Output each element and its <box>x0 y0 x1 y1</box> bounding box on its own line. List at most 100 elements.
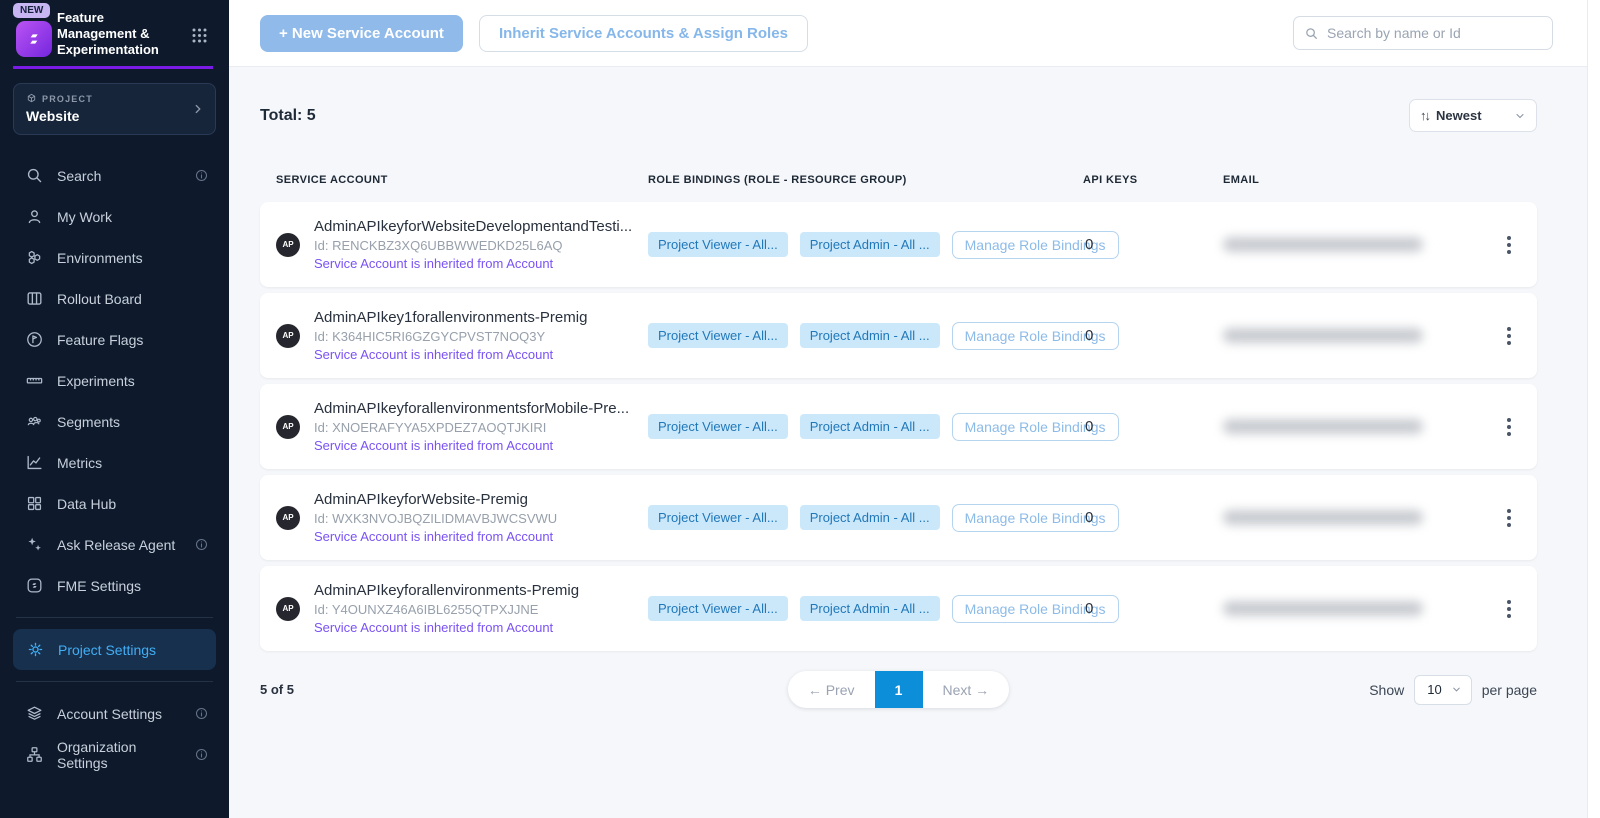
divider <box>16 681 213 682</box>
app-title: Feature Management & Experimentation <box>57 10 179 58</box>
avatar: AP <box>276 506 300 530</box>
sidebar-item-label: My Work <box>57 209 112 225</box>
sidebar-item-account-settings[interactable]: Account Settings <box>0 693 229 734</box>
project-selector[interactable]: PROJECT Website <box>13 83 216 135</box>
sidebar-item-environments[interactable]: Environments <box>0 237 229 278</box>
role-binding-chip: Project Viewer - All... <box>648 414 788 439</box>
gear-icon <box>25 640 45 660</box>
api-keys-count: 0 <box>1083 327 1207 344</box>
ruler-icon <box>24 371 44 391</box>
row-menu-icon[interactable] <box>1497 230 1521 260</box>
divider <box>16 617 213 618</box>
user-icon <box>24 207 44 227</box>
table-row: AP AdminAPIkeyforWebsiteDevelopmentandTe… <box>260 202 1537 287</box>
sidebar-item-search[interactable]: Search <box>0 155 229 196</box>
project-label: PROJECT <box>26 93 203 104</box>
row-menu-icon[interactable] <box>1497 412 1521 442</box>
avatar: AP <box>276 324 300 348</box>
inherited-note: Service Account is inherited from Accoun… <box>314 438 629 453</box>
sort-dropdown[interactable]: ↑↓ Newest <box>1409 99 1537 132</box>
sparkles-icon <box>24 535 44 555</box>
data-hub-icon <box>24 494 44 514</box>
sidebar-item-label: Environments <box>57 250 143 266</box>
sidebar-item-label: Rollout Board <box>57 291 142 307</box>
environments-icon <box>24 248 44 268</box>
info-icon <box>194 747 209 762</box>
service-account-id: Id: WXK3NVOJBQZILIDMAVBJWCSVWU <box>314 511 557 526</box>
table-row: AP AdminAPIkeyforWebsite-Premig Id: WXK3… <box>260 475 1537 560</box>
service-account-name: AdminAPIkeyforallenvironmentsforMobile-P… <box>314 400 629 417</box>
sidebar-item-fme-settings[interactable]: FME Settings <box>0 565 229 606</box>
avatar: AP <box>276 415 300 439</box>
show-label: Show <box>1369 682 1404 698</box>
flag-icon <box>24 330 44 350</box>
service-account-id: Id: RENCKBZ3XQ6UBBWWEDKD25L6AQ <box>314 238 632 253</box>
role-binding-chip: Project Admin - All ... <box>800 414 940 439</box>
role-binding-chip: Project Viewer - All... <box>648 596 788 621</box>
new-service-account-button[interactable]: + New Service Account <box>260 15 463 52</box>
sidebar-item-segments[interactable]: Segments <box>0 401 229 442</box>
api-keys-count: 0 <box>1083 600 1207 617</box>
role-binding-chip: Project Admin - All ... <box>800 232 940 257</box>
sidebar-item-label: Account Settings <box>57 706 162 722</box>
col-header-api-keys: API KEYS <box>1083 174 1207 186</box>
col-header-role-bindings: ROLE BINDINGS (ROLE - RESOURCE GROUP) <box>648 174 1083 186</box>
sidebar-item-ask-release-agent[interactable]: Ask Release Agent <box>0 524 229 565</box>
email-redacted <box>1223 328 1423 343</box>
sidebar-item-my-work[interactable]: My Work <box>0 196 229 237</box>
right-gutter <box>1587 0 1600 818</box>
board-icon <box>24 289 44 309</box>
prev-page-button[interactable]: ← Prev <box>788 671 875 708</box>
sort-arrows-icon: ↑↓ <box>1420 108 1429 123</box>
sidebar-item-label: Metrics <box>57 455 102 471</box>
role-binding-chip: Project Viewer - All... <box>648 323 788 348</box>
pager: ← Prev 1 Next → <box>788 671 1009 708</box>
sidebar-item-label: Ask Release Agent <box>57 537 175 553</box>
app-switcher-icon[interactable] <box>192 28 207 43</box>
per-page-select[interactable]: 10 <box>1414 675 1471 705</box>
row-menu-icon[interactable] <box>1497 594 1521 624</box>
sidebar-item-label: Feature Flags <box>57 332 143 348</box>
role-binding-chip: Project Admin - All ... <box>800 323 940 348</box>
chevron-right-icon <box>191 102 205 116</box>
sidebar-item-label: Experiments <box>57 373 135 389</box>
content: Total: 5 ↑↓ Newest SERVICE ACCOUNT ROLE … <box>229 67 1587 708</box>
sidebar-item-feature-flags[interactable]: Feature Flags <box>0 319 229 360</box>
sidebar-item-experiments[interactable]: Experiments <box>0 360 229 401</box>
role-binding-chip: Project Admin - All ... <box>800 596 940 621</box>
service-account-list: AP AdminAPIkeyforWebsiteDevelopmentandTe… <box>260 202 1537 651</box>
chevron-down-icon <box>1514 110 1526 122</box>
fme-icon <box>24 576 44 596</box>
cube-icon <box>26 93 37 104</box>
app-logo-icon <box>16 21 52 57</box>
next-page-button[interactable]: Next → <box>923 671 1010 708</box>
service-account-id: Id: K364HIC5RI6GZGYCPVST7NOQ3Y <box>314 329 587 344</box>
sidebar-item-data-hub[interactable]: Data Hub <box>0 483 229 524</box>
sidebar-item-rollout-board[interactable]: Rollout Board <box>0 278 229 319</box>
chevron-down-icon <box>1451 684 1462 695</box>
sidebar-item-project-settings[interactable]: Project Settings <box>13 629 216 670</box>
total-count: Total: 5 <box>260 107 316 125</box>
per-page-suffix: per page <box>1482 682 1537 698</box>
table-row: AP AdminAPIkey1forallenvironments-Premig… <box>260 293 1537 378</box>
sidebar-item-label: Project Settings <box>58 642 156 658</box>
current-page-button[interactable]: 1 <box>875 671 923 708</box>
role-binding-chip: Project Admin - All ... <box>800 505 940 530</box>
row-menu-icon[interactable] <box>1497 321 1521 351</box>
project-name: Website <box>26 108 203 124</box>
info-icon <box>194 706 209 721</box>
search-icon <box>1304 26 1319 41</box>
api-keys-count: 0 <box>1083 509 1207 526</box>
sidebar-item-organization-settings[interactable]: Organization Settings <box>0 734 229 775</box>
sidebar-item-label: FME Settings <box>57 578 141 594</box>
chart-icon <box>24 453 44 473</box>
sidebar-item-metrics[interactable]: Metrics <box>0 442 229 483</box>
service-account-id: Id: Y4OUNXZ46A6IBL6255QTPXJJNE <box>314 602 579 617</box>
layers-icon <box>24 704 44 724</box>
sidebar-nav: Search My Work Environments Rollout Boar… <box>0 155 229 775</box>
result-count: 5 of 5 <box>260 682 788 697</box>
search-input[interactable] <box>1327 25 1542 41</box>
inherit-service-accounts-button[interactable]: Inherit Service Accounts & Assign Roles <box>479 15 808 52</box>
api-keys-count: 0 <box>1083 418 1207 435</box>
row-menu-icon[interactable] <box>1497 503 1521 533</box>
